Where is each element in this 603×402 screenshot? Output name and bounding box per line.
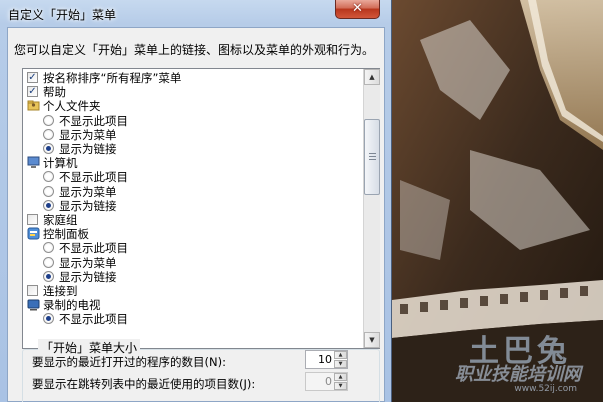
recent-programs-value[interactable]: 10 [318, 353, 332, 366]
option-label: 控制面板 [43, 227, 89, 242]
recent-programs-label: 要显示的最近打开过的程序的数目(N): [32, 355, 226, 369]
spinner-buttons: ▲ ▼ [334, 373, 347, 390]
option-label: 显示为链接 [59, 142, 117, 156]
control-panel-icon [27, 227, 40, 240]
option-row[interactable]: 不显示此项目 [23, 241, 363, 255]
option-radio[interactable] [43, 270, 54, 282]
tv-icon [27, 298, 40, 311]
option-row[interactable]: 显示为菜单 [23, 128, 363, 142]
window-title: 自定义「开始」菜单 [8, 8, 117, 22]
scroll-down-button[interactable]: ▼ [364, 332, 380, 348]
spin-up-button[interactable]: ▲ [334, 351, 347, 359]
option-radio[interactable] [43, 256, 54, 268]
option-radio[interactable] [43, 242, 54, 254]
start-menu-options-list[interactable]: ✓ 按名称排序“所有程序”菜单 ✓ 帮助 个人文件夹 不显示此项目 显示为菜单 显示为链接 计算… [22, 68, 380, 349]
option-row[interactable]: 连接到 [23, 284, 363, 298]
thumb-grip [369, 153, 376, 154]
option-row[interactable]: 显示为链接 [23, 270, 363, 284]
option-label: 显示为菜单 [59, 127, 117, 142]
option-checkbox[interactable]: ✓ [27, 86, 38, 98]
option-row[interactable]: 录制的电视 [23, 298, 363, 312]
customize-start-menu-dialog: 自定义「开始」菜单 ✕ 您可以自定义「开始」菜单上的链接、图标以及菜单的外观和行… [0, 0, 392, 402]
option-row[interactable]: 控制面板 [23, 227, 363, 241]
spin-up-button[interactable]: ▲ [334, 373, 347, 381]
option-checkbox[interactable] [27, 214, 38, 225]
option-row[interactable]: ✓ 按名称排序“所有程序”菜单 [23, 71, 363, 85]
option-label: 显示为链接 [59, 269, 117, 284]
option-label: 不显示此项目 [59, 241, 128, 256]
option-label: 帮助 [43, 85, 66, 100]
option-radio[interactable] [43, 128, 54, 140]
close-button[interactable]: ✕ [335, 0, 380, 19]
option-radio[interactable] [43, 313, 54, 325]
jump-list-label: 要显示在跳转列表中的最近使用的项目数(J): [32, 377, 256, 391]
option-radio[interactable] [43, 114, 54, 126]
option-label: 计算机 [43, 156, 78, 171]
dialog-client-area: 您可以自定义「开始」菜单上的链接、图标以及菜单的外观和行为。 ✓ 按名称排序“所有… [7, 27, 385, 402]
option-row[interactable]: 家庭组 [23, 213, 363, 227]
thumb-grip [369, 159, 376, 160]
option-label: 不显示此项目 [59, 312, 128, 327]
option-row[interactable]: 计算机 [23, 156, 363, 170]
option-row[interactable]: 显示为链接 [23, 199, 363, 213]
spinner-buttons: ▲ ▼ [334, 351, 347, 368]
option-label: 不显示此项目 [59, 113, 128, 128]
thumb-grip [369, 156, 376, 157]
scroll-up-button[interactable]: ▲ [364, 69, 380, 85]
option-label: 连接到 [43, 284, 78, 298]
option-checkbox[interactable]: ✓ [27, 72, 38, 83]
option-radio[interactable] [43, 143, 54, 154]
option-label: 不显示此项目 [59, 170, 128, 185]
option-row[interactable]: 显示为菜单 [23, 256, 363, 270]
option-row[interactable]: 不显示此项目 [23, 114, 363, 128]
jump-list-spinner[interactable]: 0 ▲ ▼ [305, 372, 348, 391]
option-row[interactable]: ✓ 帮助 [23, 85, 363, 99]
option-radio[interactable] [43, 199, 54, 211]
jump-list-value[interactable]: 0 [325, 375, 332, 388]
close-icon: ✕ [352, 1, 363, 16]
folder-icon [27, 99, 40, 112]
option-row[interactable]: 显示为链接 [23, 142, 363, 156]
option-row[interactable]: 个人文件夹 [23, 99, 363, 113]
option-label: 显示为链接 [59, 198, 117, 213]
scroll-thumb[interactable] [364, 119, 380, 195]
spin-down-button[interactable]: ▼ [334, 382, 347, 390]
option-label: 个人文件夹 [43, 99, 101, 114]
recent-programs-spinner[interactable]: 10 ▲ ▼ [305, 350, 348, 369]
vertical-scrollbar[interactable]: ▲ ▼ [363, 69, 380, 348]
option-label: 按名称排序“所有程序”菜单 [43, 71, 182, 85]
option-label: 录制的电视 [43, 298, 101, 313]
computer-icon [27, 156, 40, 169]
options-list-content: ✓ 按名称排序“所有程序”菜单 ✓ 帮助 个人文件夹 不显示此项目 显示为菜单 显示为链接 计算… [23, 69, 363, 348]
option-radio[interactable] [43, 185, 54, 197]
option-label: 显示为菜单 [59, 255, 117, 270]
option-label: 显示为菜单 [59, 184, 117, 199]
option-row[interactable]: 不显示此项目 [23, 170, 363, 184]
spin-down-button[interactable]: ▼ [334, 360, 347, 368]
title-bar[interactable]: 自定义「开始」菜单 ✕ [0, 0, 392, 26]
instructions-text: 您可以自定义「开始」菜单上的链接、图标以及菜单的外观和行为。 [14, 43, 375, 57]
option-radio[interactable] [43, 171, 54, 183]
option-row[interactable]: 显示为菜单 [23, 185, 363, 199]
option-checkbox[interactable] [27, 285, 38, 296]
option-label: 家庭组 [43, 213, 78, 227]
option-row[interactable]: 不显示此项目 [23, 312, 363, 326]
